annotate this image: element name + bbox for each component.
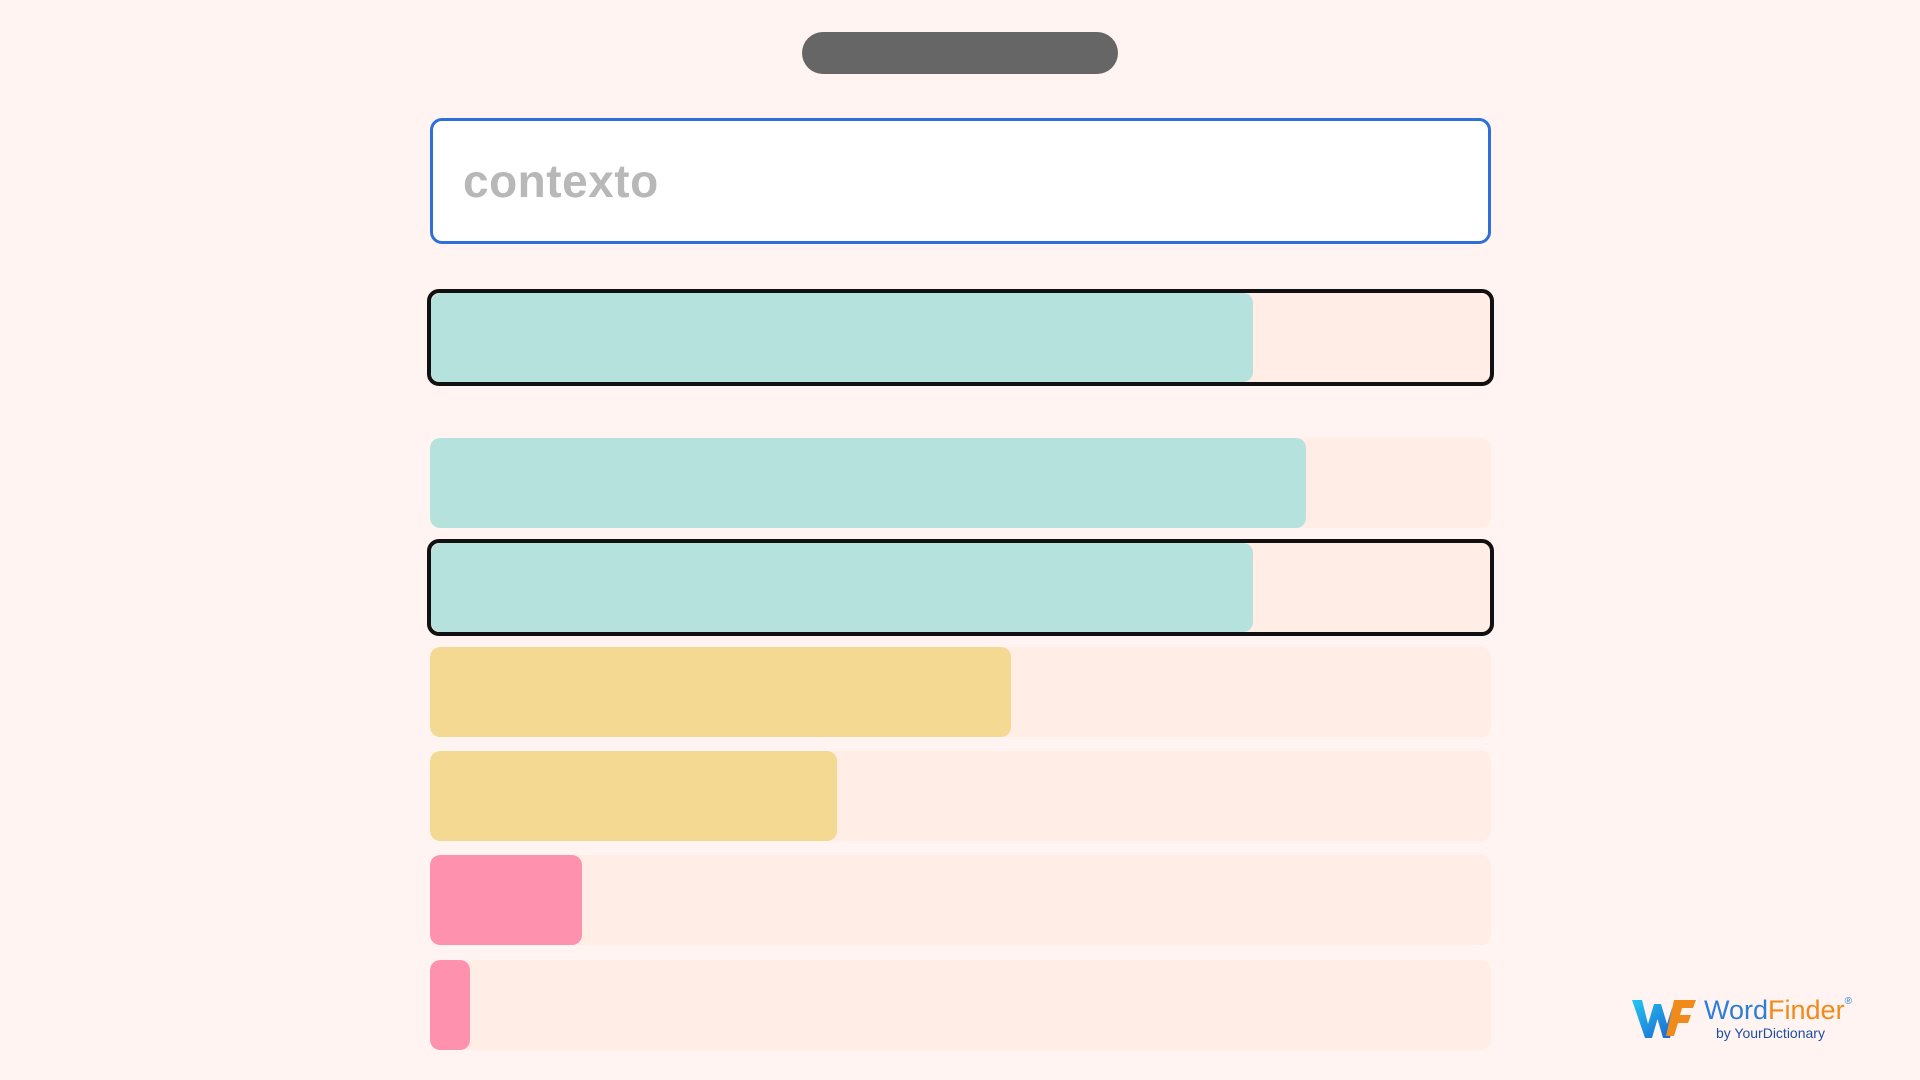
guess-bar[interactable] <box>430 855 1491 945</box>
guess-bar-fill <box>430 960 470 1050</box>
guess-input[interactable]: contexto <box>430 118 1491 244</box>
guess-bar[interactable] <box>430 751 1491 841</box>
guess-bar[interactable] <box>427 539 1494 636</box>
guess-bar-fill <box>430 647 1011 737</box>
logo-name: WordFinder® <box>1704 994 1852 1025</box>
guess-bar[interactable] <box>430 960 1491 1050</box>
guess-bar[interactable] <box>430 438 1491 528</box>
guess-bar-fill <box>430 751 837 841</box>
guess-bar-fill <box>430 438 1306 528</box>
guess-input-text: contexto <box>463 155 659 207</box>
guess-bar-fill <box>430 855 582 945</box>
wordfinder-logo: WordFinder® by YourDictionary <box>1630 992 1860 1044</box>
wordfinder-logo-icon <box>1632 1000 1696 1038</box>
logo-tagline: by YourDictionary <box>1716 1024 1825 1041</box>
guess-bar-fill <box>431 543 1253 632</box>
guess-bar[interactable] <box>430 647 1491 737</box>
guess-bar-fill <box>431 293 1253 382</box>
top-handle <box>802 32 1118 74</box>
guess-bar[interactable] <box>427 289 1494 386</box>
